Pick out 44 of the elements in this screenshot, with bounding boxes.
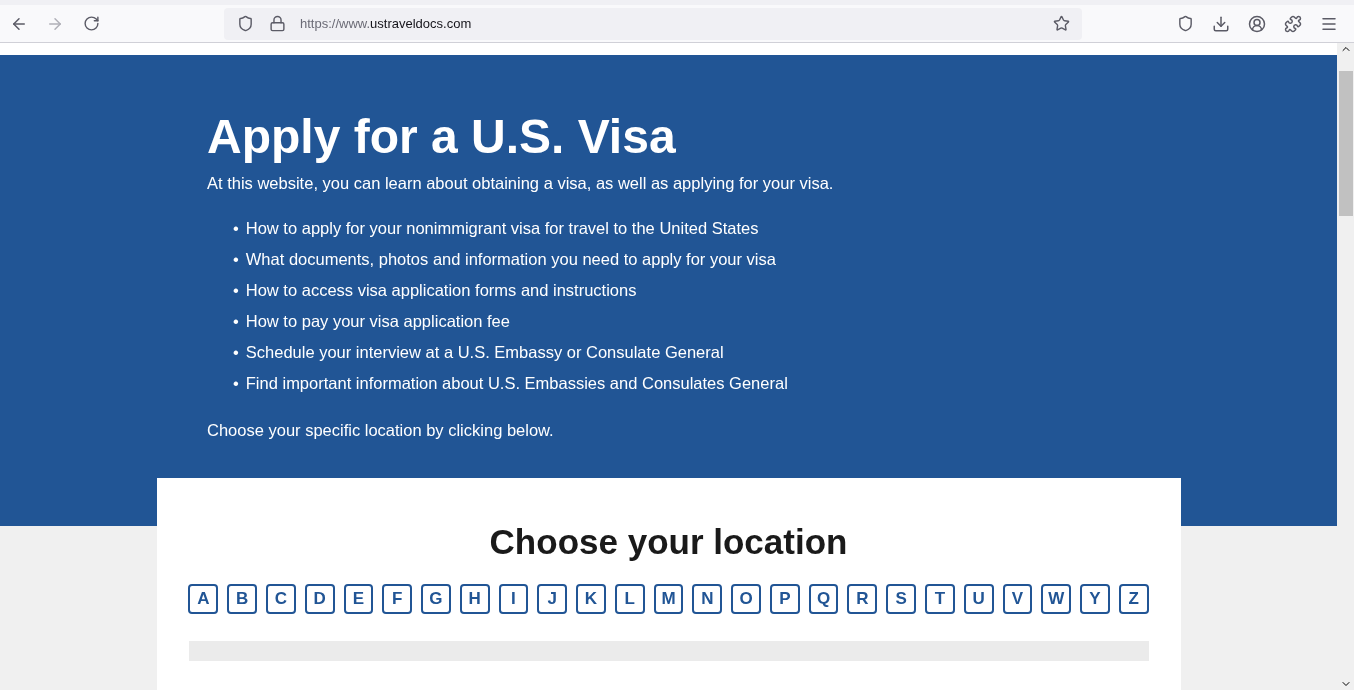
bullet-item: What documents, photos and information you need to apply for your visa [245, 248, 776, 270]
letter-button[interactable]: M [653, 584, 684, 614]
letter-button[interactable]: S [886, 584, 916, 614]
letter-button[interactable]: N [692, 584, 723, 614]
bullet-item: Schedule your interview at a U.S. Embassy or Consulate General [245, 341, 724, 363]
section-heading: Choose your location [488, 522, 849, 562]
letter-button[interactable]: A [188, 584, 219, 614]
bullet-item: How to pay your visa application fee [245, 310, 510, 332]
letter-button[interactable]: K [576, 584, 606, 614]
letter-button[interactable]: T [925, 584, 955, 614]
letter-button[interactable]: F [382, 584, 413, 614]
page-title: Apply for a U.S. Visa [207, 111, 677, 164]
bullet-marker: • [233, 248, 239, 270]
scroll-thumb[interactable] [1338, 71, 1353, 216]
letter-button[interactable]: U [963, 584, 994, 614]
address-bar[interactable]: https://www.ustraveldocs.com [224, 7, 1082, 40]
letter-button[interactable]: L [614, 584, 645, 614]
bullet-marker: • [233, 341, 239, 363]
letter-button[interactable]: B [227, 584, 257, 614]
instruction-text: Choose your specific location by clicking below. [207, 420, 555, 440]
letter-button[interactable]: C [265, 584, 296, 614]
letter-button[interactable]: P [769, 584, 800, 614]
intro-text: At this website, you can learn about obtaining a visa, as well as applying for your visa. [207, 173, 835, 193]
letter-button[interactable]: D [304, 584, 335, 614]
letter-button[interactable]: W [1041, 584, 1072, 614]
bullet-marker: • [233, 372, 239, 394]
letter-button[interactable]: Z [1118, 584, 1149, 614]
bullet-marker: • [233, 279, 239, 301]
letter-button[interactable]: V [1002, 584, 1033, 614]
letter-button[interactable]: H [459, 584, 490, 614]
bullet-marker: • [233, 217, 239, 239]
letter-button[interactable]: Y [1080, 584, 1110, 614]
scrollbar[interactable] [1337, 43, 1354, 690]
bullet-marker: • [233, 310, 239, 332]
letter-button[interactable]: J [537, 584, 568, 614]
bullet-item: How to apply for your nonimmigrant visa for travel to the United States [245, 217, 759, 239]
letter-button[interactable]: E [343, 584, 374, 614]
letter-button[interactable]: O [731, 584, 761, 614]
letter-button[interactable]: G [421, 584, 451, 614]
bullet-item: How to access visa application forms and instructions [245, 279, 637, 301]
letter-button[interactable]: I [498, 584, 529, 614]
bullet-item: Find important information about U.S. Embassies and Consulates General [245, 372, 788, 394]
letter-button[interactable]: Q [808, 584, 839, 614]
letter-button[interactable]: R [847, 584, 878, 614]
